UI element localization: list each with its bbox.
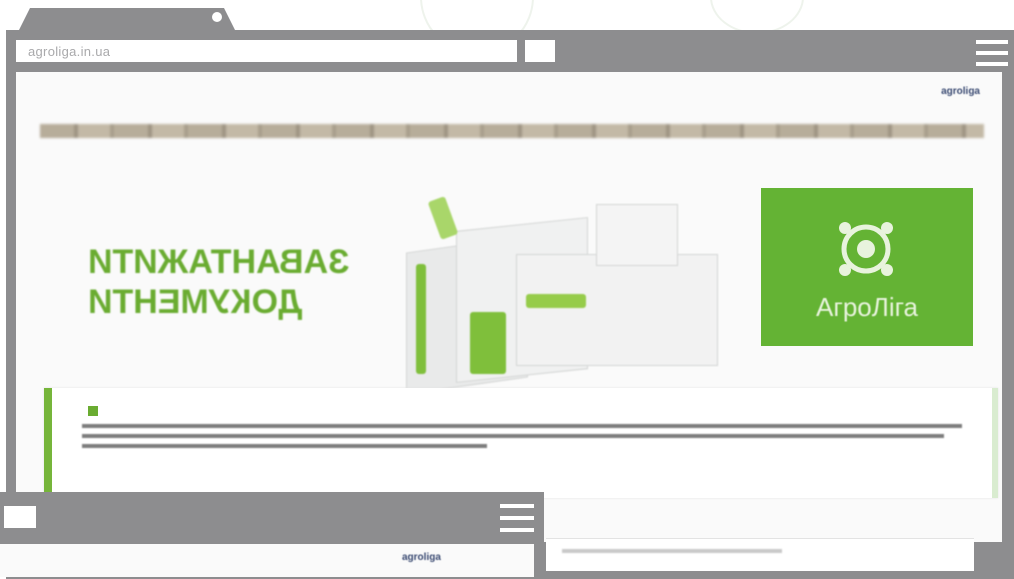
download-documents-heading[interactable]: ЗАВАНТАЖИТИ ДОКУМЕНТИ: [88, 242, 378, 322]
hamburger-icon[interactable]: [500, 504, 534, 532]
heading-line: ДОКУМЕНТИ: [88, 283, 303, 321]
tab-indicator-dot: [212, 12, 222, 22]
site-logo[interactable]: agroliga: [941, 86, 980, 97]
agroliga-brand-card[interactable]: АгроЛіга: [761, 188, 973, 346]
documents-illustration: [386, 184, 756, 395]
navigation-bar[interactable]: [40, 124, 984, 138]
page-viewport: agroliga: [0, 544, 534, 577]
go-button[interactable]: [4, 506, 36, 528]
hamburger-icon[interactable]: [976, 40, 1008, 66]
notice-panel: [44, 388, 998, 498]
background-arc: [710, 0, 804, 34]
browser-tab[interactable]: [18, 8, 236, 32]
address-bar-url: agroliga.in.ua: [28, 44, 111, 59]
site-logo[interactable]: agroliga: [402, 552, 441, 563]
content-panel: [546, 538, 974, 571]
notice-text: [82, 424, 962, 454]
browser-window-secondary: agroliga: [0, 492, 544, 577]
green-square-icon: [88, 406, 98, 416]
placeholder-text: [562, 549, 782, 553]
brand-card-name: АгроЛіга: [816, 292, 918, 322]
agroliga-emblem-icon: [839, 222, 893, 276]
go-button[interactable]: [525, 40, 555, 62]
heading-line: ЗАВАНТАЖИТИ: [88, 243, 350, 281]
page-viewport: agroliga ЗАВАНТАЖИТИ ДОКУМЕНТИ АгроЛіга: [16, 72, 1002, 542]
